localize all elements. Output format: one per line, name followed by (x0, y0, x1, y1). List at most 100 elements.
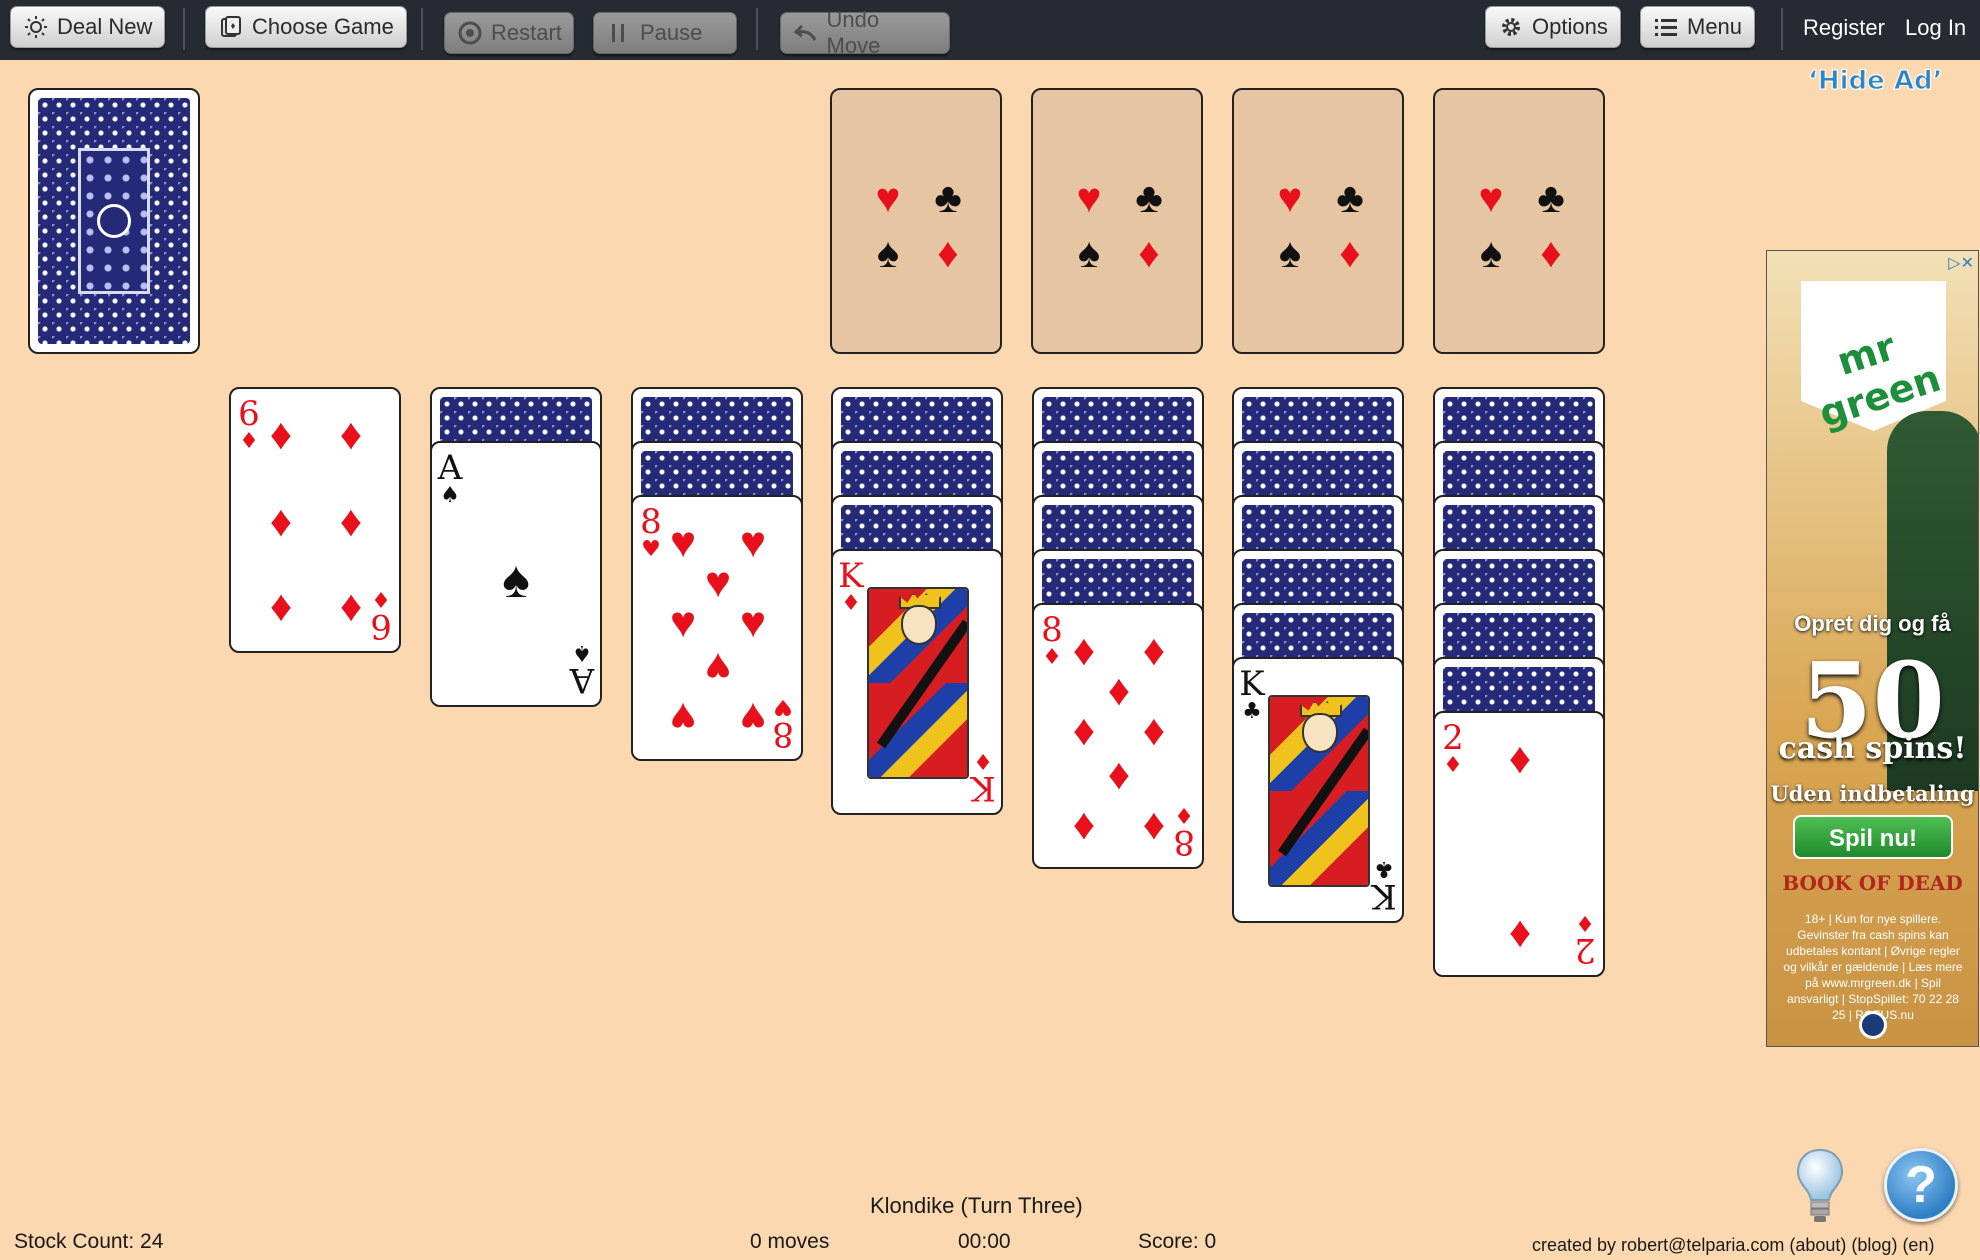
ad-offer: cash spins! (1778, 731, 1967, 766)
card-rank: 8 (1041, 610, 1063, 650)
register-link[interactable]: Register (1803, 15, 1885, 41)
heart-icon: ♥ (1076, 174, 1102, 221)
list-icon (1653, 14, 1679, 40)
diamond-icon: ♦ (339, 585, 363, 634)
choose-game-button[interactable]: Choose Game (205, 6, 407, 48)
diamond-icon: ♦ (1443, 753, 1463, 778)
ad-close-icon[interactable]: ▷✕ (1948, 253, 1974, 273)
heart-icon: ♥ (704, 643, 732, 692)
ad-game-name: BOOK OF DEAD (1782, 871, 1963, 895)
sun-icon (23, 14, 49, 40)
card-rank: 8 (1173, 822, 1195, 862)
club-icon: ♣ (1242, 699, 1262, 724)
login-link[interactable]: Log In (1905, 15, 1966, 41)
tableau-6-card-king-clubs[interactable]: K ♣ K ♣ (1232, 657, 1404, 923)
diamond-icon: ♦ (937, 229, 959, 276)
deal-new-label: Deal New (57, 14, 153, 39)
heart-icon: ♥ (739, 598, 767, 647)
tableau-1-card-6-diamonds[interactable]: 6 ♦ ♦ ♦ ♦ ♦ ♦ ♦ 6 ♦ (229, 387, 401, 653)
card-rank: A (437, 448, 463, 488)
king-portrait (1268, 695, 1370, 887)
spade-icon: ♠ (1479, 229, 1503, 276)
game-timer: 00:00 (958, 1230, 1011, 1253)
diamond-icon: ♦ (1575, 910, 1595, 935)
diamond-icon: ♦ (1174, 802, 1194, 827)
card-back-emblem (97, 204, 131, 238)
diamond-icon: ♦ (1072, 626, 1096, 675)
restart-button[interactable]: Restart (444, 12, 574, 54)
restart-label: Restart (491, 20, 562, 45)
heart-icon: ♥ (704, 558, 732, 607)
options-label: Options (1532, 14, 1608, 39)
heart-icon: ♥ (1277, 174, 1303, 221)
ad-fine-print: 18+ | Kun for nye spillere. Gevinster fr… (1783, 912, 1963, 1022)
options-button[interactable]: Options (1485, 6, 1621, 48)
foundation-pile-1[interactable]: ♥ ♣ ♠ ♦ (830, 88, 1002, 354)
gear-icon (1498, 14, 1524, 40)
diamond-icon: ♦ (339, 410, 363, 459)
spade-icon: ♠ (572, 640, 592, 665)
diamond-icon: ♦ (973, 748, 993, 773)
king-portrait (867, 587, 969, 779)
credits-link[interactable]: created by robert@telparia.com (about) (… (1532, 1235, 1934, 1256)
pause-icon (606, 20, 632, 46)
deal-new-button[interactable]: Deal New (10, 6, 166, 48)
help-button[interactable]: ? (1884, 1148, 1958, 1222)
undo-move-label: Undo Move (826, 7, 881, 58)
heart-icon: ♥ (739, 518, 767, 567)
diamond-icon: ♦ (841, 591, 861, 616)
club-icon: ♣ (934, 174, 962, 221)
foundation-pile-4[interactable]: ♥ ♣ ♠ ♦ (1433, 88, 1605, 354)
pause-label: Pause (640, 20, 703, 45)
club-icon: ♣ (1336, 174, 1364, 221)
ad-cta-button[interactable]: Spil nu! (1793, 815, 1953, 859)
ad-headline: Opret dig og få (1794, 611, 1951, 636)
card-rank: 2 (1574, 930, 1596, 970)
card-rank: 6 (238, 394, 260, 434)
undo-move-button[interactable]: Undo Move (780, 7, 950, 58)
tableau-3-card-8-hearts[interactable]: 8 ♥ ♥ ♥ ♥ ♥ ♥ ♥ ♥ ♥ 8 ♥ (631, 495, 803, 761)
heart-icon: ♥ (669, 518, 697, 567)
advertisement-banner[interactable]: ▷✕ mr green Opret dig og få 50 cash spin… (1766, 250, 1979, 1047)
tableau-7-card-2-diamonds[interactable]: 2 ♦ ♦ ♦ 2 ♦ (1433, 711, 1605, 977)
diamond-icon: ♦ (371, 586, 391, 611)
undo-icon (793, 20, 819, 46)
card-rank: K (1239, 664, 1265, 704)
diamond-icon: ♦ (339, 497, 363, 546)
card-rank: 8 (640, 502, 662, 542)
diamond-icon: ♦ (1107, 666, 1131, 715)
stock-pile[interactable] (28, 88, 200, 354)
foundation-pile-2[interactable]: ♥ ♣ ♠ ♦ (1031, 88, 1203, 354)
stock-count: Stock Count: 24 (14, 1230, 164, 1253)
toolbar-divider (421, 8, 423, 50)
diamond-icon: ♦ (1138, 229, 1160, 276)
diamond-icon: ♦ (1072, 706, 1096, 755)
card-rank: K (838, 556, 864, 596)
card-rank: 6 (370, 606, 392, 646)
heart-icon: ♥ (739, 693, 767, 742)
tableau-2-card-ace-spades[interactable]: A ♠ ♠ A ♠ (430, 441, 602, 707)
club-icon: ♣ (1135, 174, 1163, 221)
tableau-4-card-king-diamonds[interactable]: K ♦ K ♦ (831, 549, 1003, 815)
diamond-icon: ♦ (1540, 229, 1562, 276)
diamond-icon: ♦ (1142, 626, 1166, 675)
foundation-pile-3[interactable]: ♥ ♣ ♠ ♦ (1232, 88, 1404, 354)
menu-button[interactable]: Menu (1640, 6, 1756, 48)
menu-label: Menu (1687, 14, 1743, 39)
move-counter: 0 moves (750, 1230, 830, 1253)
hide-ad-link[interactable]: ‘Hide Ad’ (1807, 66, 1942, 97)
card-rank: 2 (1442, 718, 1464, 758)
hint-lightbulb-icon[interactable] (1796, 1148, 1844, 1226)
heart-icon: ♥ (669, 598, 697, 647)
spade-icon: ♠ (1077, 229, 1101, 276)
tableau-5-card-8-diamonds[interactable]: 8 ♦ ♦ ♦ ♦ ♦ ♦ ♦ ♦ ♦ 8 ♦ (1032, 603, 1204, 869)
cards-icon (218, 14, 244, 40)
diamond-icon: ♦ (269, 410, 293, 459)
heart-icon: ♥ (1478, 174, 1504, 221)
card-rank: 8 (772, 714, 794, 754)
toolbar-divider (183, 8, 185, 50)
score: Score: 0 (1138, 1230, 1217, 1253)
diamond-icon: ♦ (1142, 706, 1166, 755)
pause-button[interactable]: Pause (593, 12, 737, 54)
toolbar-divider (1781, 8, 1783, 50)
